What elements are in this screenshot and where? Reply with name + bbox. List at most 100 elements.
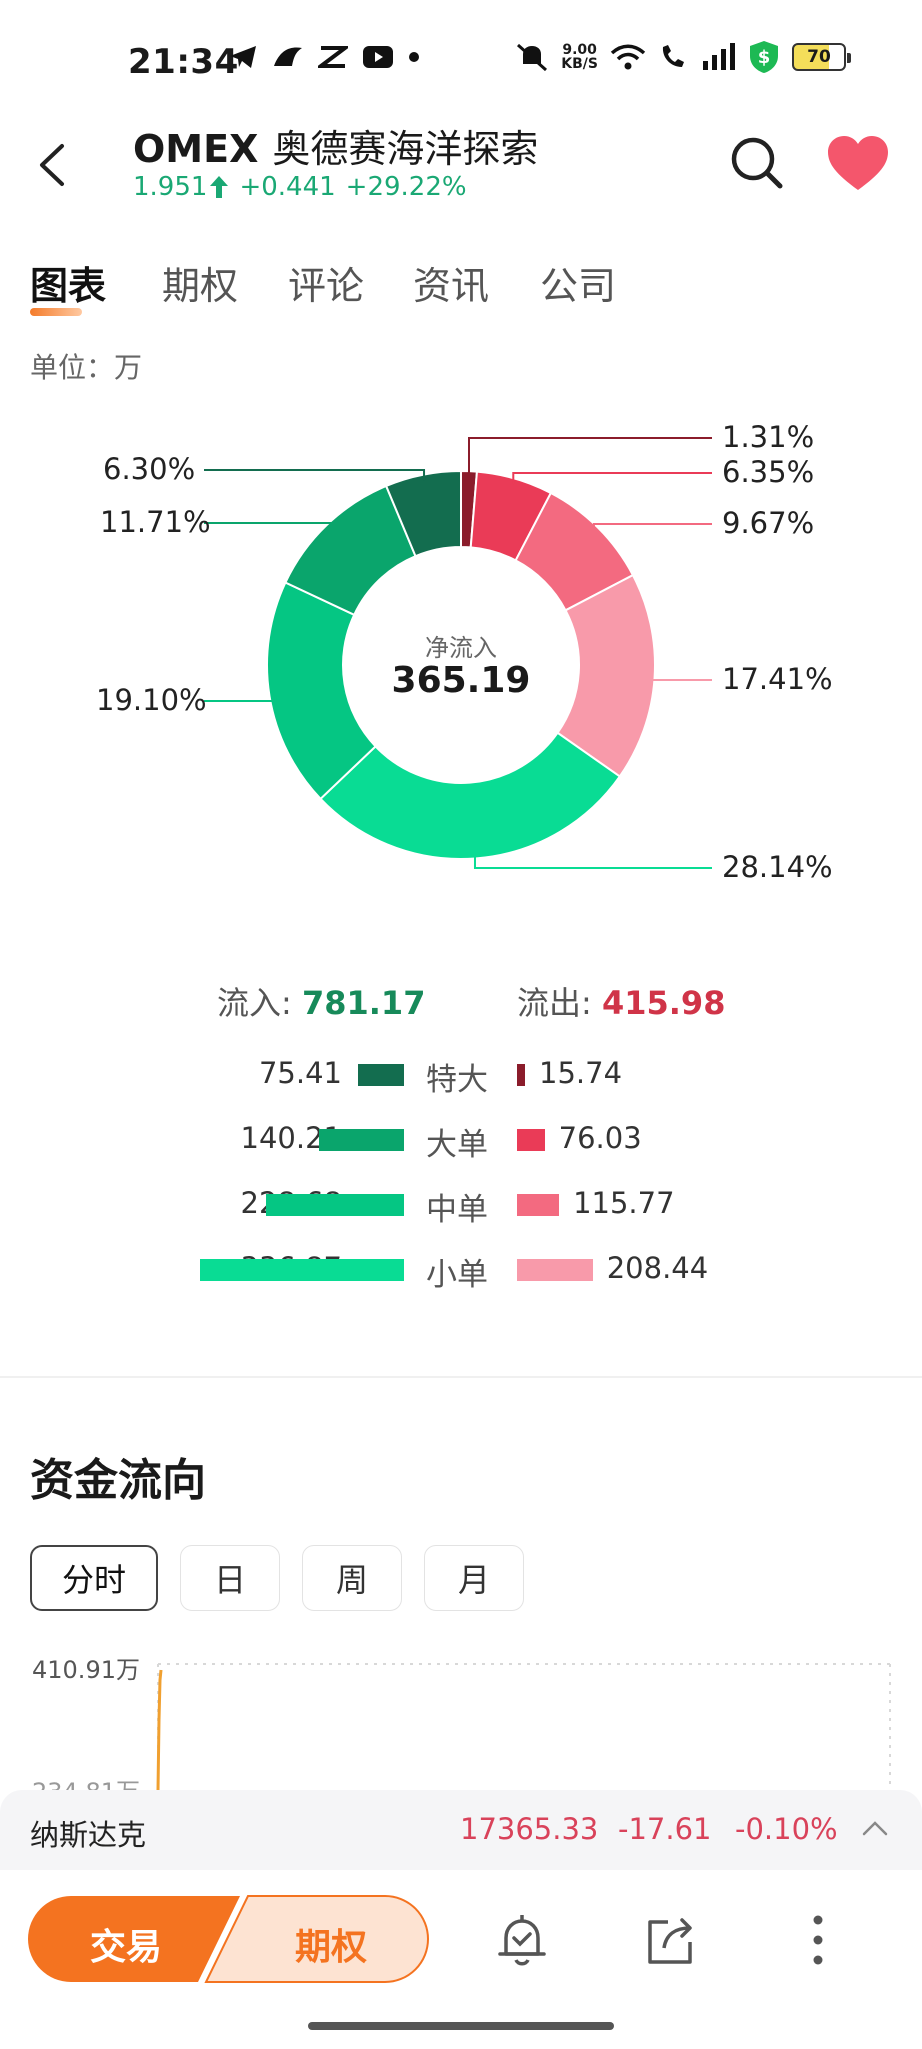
inflow-value: 75.41 — [258, 1056, 342, 1090]
index-change-pct: -0.10% — [735, 1812, 838, 1846]
y-axis-top-label: 410.91万 — [32, 1656, 140, 1684]
flow-category: 特大 — [426, 1062, 488, 1098]
index-ticker-bar[interactable]: 纳斯达克 17365.33 -17.61 -0.10% — [0, 1790, 922, 1870]
price-change: +0.441 — [239, 172, 336, 202]
period-intraday[interactable]: 分时 — [30, 1545, 158, 1611]
slice-leader-line — [468, 437, 712, 478]
period-selector: 分时 日 周 月 — [30, 1545, 524, 1611]
slice-leader-line — [473, 852, 712, 869]
outflow-total: 415.98 — [601, 984, 726, 1022]
youtube-icon — [363, 46, 393, 68]
tab-news[interactable]: 资讯 — [413, 255, 489, 310]
outflow-value: 115.77 — [573, 1186, 675, 1220]
telegram-icon — [230, 46, 256, 68]
tab-company[interactable]: 公司 — [540, 255, 616, 310]
stock-title: OMEX 奥德赛海洋探索 — [133, 118, 538, 173]
donut-center-value: 365.19 — [391, 660, 531, 701]
up-arrow-icon — [210, 176, 229, 198]
status-time: 21:34 — [128, 42, 239, 82]
more-vertical-icon[interactable] — [788, 1910, 848, 1970]
flow-category: 中单 — [426, 1192, 488, 1228]
slice-leader-line — [204, 469, 426, 481]
outflow-summary: 流出: 415.98 — [517, 984, 726, 1022]
flow-row: 75.41 特大 15.74 — [0, 1050, 922, 1100]
inflow-bar — [265, 1194, 404, 1216]
ticker-symbol: OMEX — [133, 127, 259, 171]
net-speed: 9.00 KB/S — [561, 42, 598, 72]
outflow-bar — [517, 1064, 525, 1086]
bird-icon — [274, 47, 302, 66]
index-name: 纳斯达克 — [30, 1818, 147, 1852]
outflow-bar — [517, 1129, 545, 1151]
wifi-call-icon — [662, 45, 684, 67]
slice-leader-line — [647, 677, 712, 681]
capcut-icon — [318, 46, 348, 68]
outflow-value: 76.03 — [558, 1121, 642, 1155]
period-day[interactable]: 日 — [180, 1545, 280, 1611]
money-flow-title: 资金流向 — [30, 1455, 206, 1506]
tab-options[interactable]: 期权 — [162, 255, 238, 310]
battery-icon: 70 — [792, 43, 851, 71]
outflow-bar — [517, 1194, 560, 1216]
company-name: 奥德赛海洋探索 — [272, 127, 539, 171]
tab-comments[interactable]: 评论 — [288, 255, 364, 310]
notification-icons — [228, 44, 420, 70]
tab-active-indicator — [30, 308, 82, 316]
section-divider — [0, 1376, 922, 1378]
slice-leader-line — [204, 522, 332, 530]
unit-label: 单位：万 — [30, 351, 143, 384]
inflow-bar — [358, 1064, 404, 1086]
quote-line: 1.951 +0.441 +29.22% — [133, 172, 467, 202]
flow-row: 336.87小单208.44 — [0, 1245, 922, 1295]
trade-button-label[interactable]: 交易 — [90, 1918, 162, 1970]
signal-icon — [703, 43, 735, 70]
flow-line — [156, 1669, 163, 1791]
tab-bar: 图表 期权 评论 资讯 公司 — [0, 255, 922, 325]
slice-leader-line — [512, 472, 712, 485]
svg-text:$: $ — [758, 47, 771, 68]
price: 1.951 — [133, 172, 208, 202]
tab-chart[interactable]: 图表 — [30, 255, 106, 316]
index-value: 17365.33 — [460, 1812, 599, 1846]
chevron-up-icon[interactable] — [862, 1820, 888, 1836]
slice-label: 28.14% — [722, 850, 833, 884]
flow-row: 228.68中单115.77 — [0, 1180, 922, 1230]
flow-row: 140.21 大单 76.03 — [0, 1115, 922, 1165]
flow-category: 大单 — [426, 1127, 488, 1163]
inflow-bar — [200, 1259, 404, 1281]
outflow-bar — [517, 1259, 593, 1281]
slice-label: 6.35% — [722, 455, 815, 489]
slice-label: 1.31% — [722, 420, 815, 454]
money-flow-chart: 410.91万 234.81万 — [0, 1640, 922, 1806]
money-shield-icon: $ — [750, 41, 778, 73]
inflow-summary: 流入: 781.17 — [217, 984, 426, 1022]
slice-leader-line — [204, 695, 277, 702]
stock-header: OMEX 奥德赛海洋探索 1.951 +0.441 +29.22% — [0, 110, 922, 220]
slice-label: 17.41% — [722, 662, 833, 696]
inflow-bar — [319, 1129, 404, 1151]
slice-label: 11.71% — [100, 505, 211, 539]
slice-label: 19.10% — [96, 683, 207, 717]
inflow-total: 781.17 — [301, 984, 426, 1022]
favorite-heart-icon[interactable] — [826, 134, 890, 194]
slice-label: 6.30% — [103, 452, 196, 486]
alert-bell-icon[interactable] — [492, 1910, 552, 1970]
period-month[interactable]: 月 — [424, 1545, 524, 1611]
options-button-label[interactable]: 期权 — [295, 1918, 367, 1970]
index-change: -17.61 — [618, 1812, 712, 1846]
slice-leader-line — [592, 523, 712, 533]
donut-center-label: 净流入 — [425, 634, 497, 662]
outflow-value: 15.74 — [539, 1056, 623, 1090]
share-icon[interactable] — [640, 1910, 700, 1970]
slice-label: 9.67% — [722, 506, 815, 540]
status-bar: 21:34 9.00 KB/S $ 70 — [0, 0, 922, 110]
mute-icon — [517, 43, 548, 72]
home-indicator — [308, 2022, 614, 2030]
back-arrow-icon[interactable] — [28, 140, 78, 190]
period-week[interactable]: 周 — [302, 1545, 402, 1611]
outflow-value: 208.44 — [606, 1251, 709, 1285]
flow-category: 小单 — [426, 1257, 488, 1293]
price-change-pct: +29.22% — [345, 172, 467, 202]
system-icons: 9.00 KB/S $ 70 — [515, 40, 851, 74]
search-icon[interactable] — [728, 134, 786, 192]
